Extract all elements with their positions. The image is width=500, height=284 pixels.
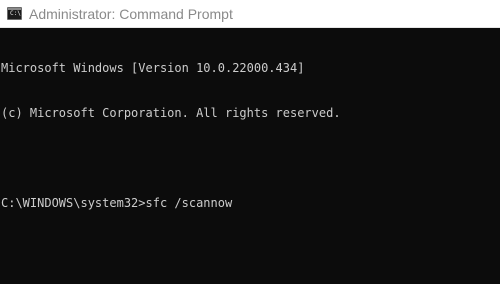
console-line-version: Microsoft Windows [Version 10.0.22000.43… bbox=[1, 61, 305, 75]
cmd-icon[interactable]: C:\ bbox=[7, 7, 22, 20]
console-output[interactable]: Microsoft Windows [Version 10.0.22000.43… bbox=[0, 28, 500, 284]
prompt-path: C:\WINDOWS\system32> bbox=[1, 196, 146, 210]
window-title: Administrator: Command Prompt bbox=[29, 5, 233, 22]
command-line[interactable]: C:\WINDOWS\system32> sfc /scannow bbox=[1, 196, 500, 211]
console-line-copyright: (c) Microsoft Corporation. All rights re… bbox=[1, 106, 341, 120]
icon-prompt-glyph: C:\ bbox=[10, 10, 21, 17]
command-input[interactable]: sfc /scannow bbox=[146, 196, 233, 211]
command-prompt-window: C:\ Administrator: Command Prompt Micros… bbox=[0, 0, 500, 284]
title-bar[interactable]: C:\ Administrator: Command Prompt bbox=[0, 0, 500, 28]
